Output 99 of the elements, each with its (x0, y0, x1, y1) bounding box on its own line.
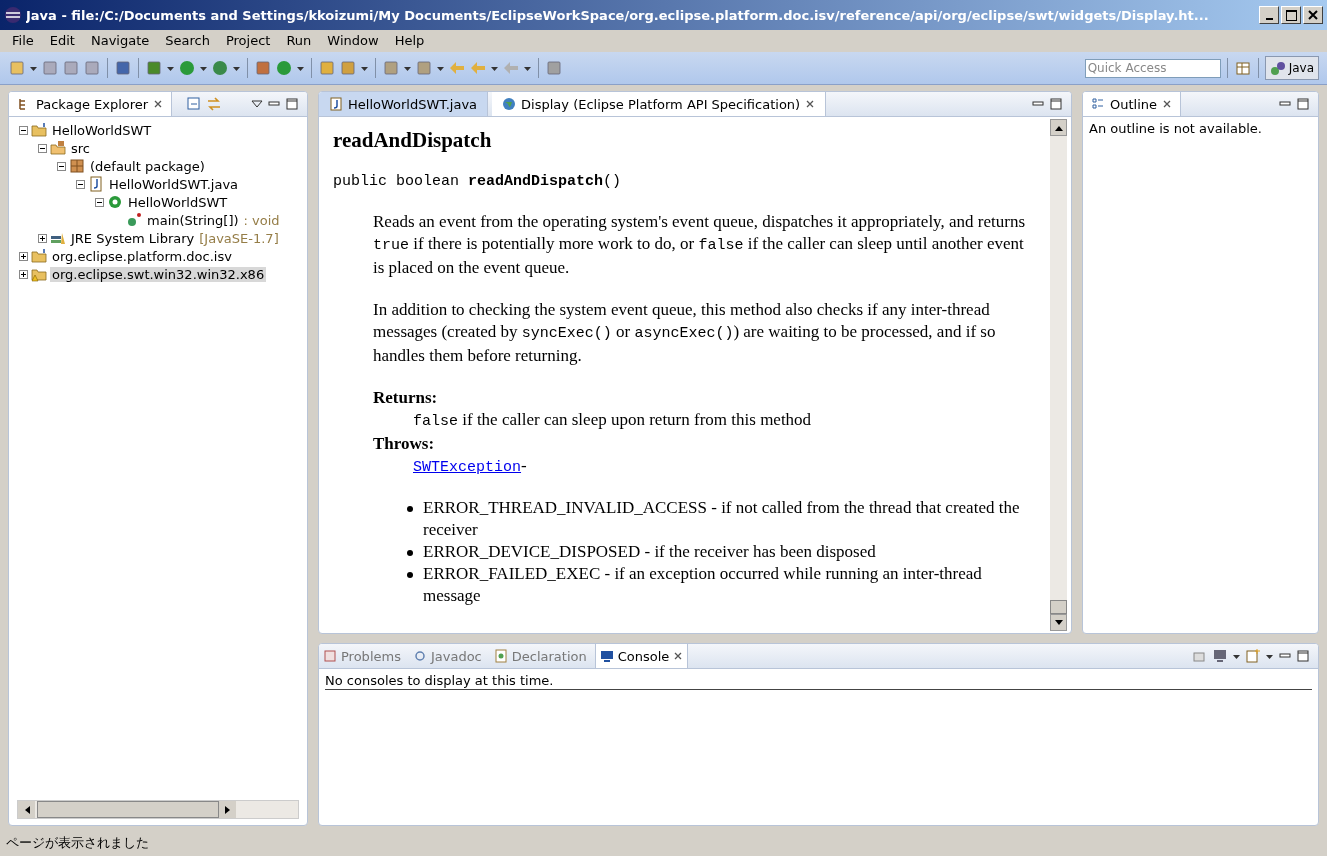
description-paragraph: Reads an event from the operating system's event queue, dispatches it appropriately, and returns true if there is potentially more work to do, or false if the caller can sleep until another event is placed on the event queue. (373, 211, 1026, 279)
folder-warning-icon (31, 266, 47, 282)
collapse-toggle[interactable] (38, 143, 47, 153)
app-logo-icon (4, 6, 22, 24)
menu-item[interactable]: Navigate (82, 32, 158, 48)
tree-item-decoration: [JavaSE-1.7] (199, 230, 279, 246)
bullet-icon (407, 550, 413, 556)
exception-link[interactable]: SWTException (413, 459, 522, 476)
menu-item[interactable]: Edit (41, 32, 83, 48)
collapse-all-icon[interactable] (186, 96, 203, 112)
tab-label: Outline (1110, 96, 1158, 112)
status-message: ページが表示されました (6, 834, 149, 852)
scroll-thumb[interactable] (1050, 600, 1067, 614)
editor-tab[interactable]: Display (Eclipse Platform API Specification) (492, 92, 827, 116)
close-icon[interactable] (1162, 99, 1173, 109)
vertical-scrollbar[interactable] (1050, 119, 1067, 631)
java-file-icon (88, 176, 104, 192)
collapse-toggle[interactable] (76, 179, 85, 189)
maximize-icon[interactable] (1296, 97, 1310, 111)
menu-item[interactable]: Search (157, 32, 218, 48)
menu-item[interactable]: Window (319, 32, 387, 48)
minimize-button[interactable] (1259, 6, 1279, 24)
view-tab[interactable]: Console (594, 644, 689, 668)
tree-item[interactable]: main(String[]) (145, 212, 241, 228)
collapse-toggle[interactable] (19, 125, 28, 135)
close-button[interactable] (1303, 6, 1323, 24)
description-paragraph: In addition to checking the system event queue, this method also checks if any inter-thread messages (created by syncExec() or asyncExec()) are waiting to be processed, and if so handles them before returning. (373, 299, 997, 367)
error-list-item: ERROR_FAILED_EXEC - if an exception occurred while running an inter-thread message (423, 563, 983, 607)
view-tab[interactable]: Javadoc (408, 644, 486, 668)
bullet-icon (407, 506, 413, 512)
returns-label: Returns: (373, 387, 439, 409)
close-icon[interactable] (153, 99, 164, 109)
close-icon (1308, 10, 1318, 20)
tree-item[interactable]: JRE System Library (69, 230, 197, 246)
tree-item[interactable]: src (69, 140, 92, 156)
tab-label: HelloWorldSWT.java (348, 96, 478, 112)
outline-message: An outline is not available. (1089, 121, 1263, 136)
source-folder-icon (50, 140, 66, 156)
collapse-toggle[interactable] (95, 197, 104, 207)
expand-toggle[interactable] (19, 251, 28, 261)
method-heading: readAndDispatch (333, 129, 493, 151)
view-menu-icon[interactable] (251, 99, 263, 109)
error-list-item: ERROR_DEVICE_DISPOSED - if the receiver has been disposed (423, 541, 876, 563)
expand-toggle[interactable] (38, 233, 47, 243)
tree-item[interactable]: HelloWorldSWT.java (107, 176, 241, 192)
scroll-thumb[interactable] (37, 801, 219, 818)
tree-item[interactable]: HelloWorldSWT (126, 194, 230, 210)
method-icon (126, 212, 142, 228)
tree-item-decoration: : void (243, 212, 280, 228)
tab-label: Package Explorer (36, 96, 149, 112)
left-arrow-icon[interactable] (23, 805, 30, 814)
maximize-icon[interactable] (1296, 649, 1310, 663)
console-message: No consoles to display at this time. (325, 673, 1312, 690)
perspective-icon (1269, 60, 1286, 76)
view-tab[interactable]: Problems (319, 644, 405, 668)
collapse-toggle[interactable] (57, 161, 66, 171)
window-title: Java - file:/C:/Documents and Settings/kkoizumi/My Documents/EclipseWorkSpace/org.eclipse.platform.doc.isv/reference/api/org/eclipse/swt/widgets/Display.ht... (26, 7, 1210, 23)
maximize-icon[interactable] (285, 97, 299, 111)
outline-tab[interactable]: Outline (1083, 92, 1182, 116)
globe-icon (502, 97, 517, 111)
maximize-icon[interactable] (1049, 97, 1063, 111)
menu-item[interactable]: Help (386, 32, 433, 48)
menu-item[interactable]: Run (278, 32, 320, 48)
tree-item[interactable]: HelloWorldSWT (50, 122, 154, 138)
editor-tab[interactable]: HelloWorldSWT.java (319, 92, 489, 116)
tree-item[interactable]: (default package) (88, 158, 207, 174)
down-arrow-icon[interactable] (1054, 619, 1063, 626)
quick-access-field[interactable]: Quick Access (1084, 58, 1221, 78)
tree-item[interactable]: org.eclipse.swt.win32.win32.x86 (50, 266, 267, 282)
menu-item[interactable]: File (4, 32, 42, 48)
view-tab[interactable]: Declaration (489, 644, 591, 668)
outline-icon (1091, 97, 1105, 111)
maximize-button[interactable] (1281, 6, 1301, 24)
package-explorer-tab[interactable]: Package Explorer (9, 92, 173, 116)
menu-item[interactable]: Project (217, 32, 279, 48)
monitor-icon (599, 649, 614, 663)
close-icon[interactable] (805, 99, 816, 109)
tab-label: Javadoc (430, 648, 482, 664)
method-signature: public boolean readAndDispatch() (333, 172, 623, 192)
right-arrow-icon[interactable] (224, 805, 231, 814)
up-arrow-icon[interactable] (1054, 124, 1063, 131)
returns-description: false if the caller can sleep upon return from this method (413, 409, 813, 432)
expand-toggle[interactable] (19, 269, 28, 279)
java-perspective-button[interactable]: Java (1264, 56, 1319, 80)
monitor-icon[interactable] (1212, 648, 1228, 664)
throws-label: Throws: (373, 433, 436, 455)
error-list-item: ERROR_THREAD_INVALID_ACCESS - if not called from the thread that created the receiver (423, 497, 1021, 541)
tab-label: Problems (341, 648, 401, 664)
tab-label: Console (617, 648, 670, 664)
dash-text: - (521, 456, 527, 475)
document-icon (493, 649, 508, 663)
tree-item[interactable]: org.eclipse.platform.doc.isv (50, 248, 234, 264)
tab-label: Declaration (511, 648, 587, 664)
close-icon[interactable] (673, 651, 684, 661)
open-perspective-icon[interactable] (1233, 59, 1252, 77)
horizontal-scrollbar[interactable] (17, 800, 299, 819)
java-file-icon (329, 97, 343, 111)
bullet-icon (407, 572, 413, 578)
tab-label: Display (Eclipse Platform API Specification) (521, 96, 801, 112)
